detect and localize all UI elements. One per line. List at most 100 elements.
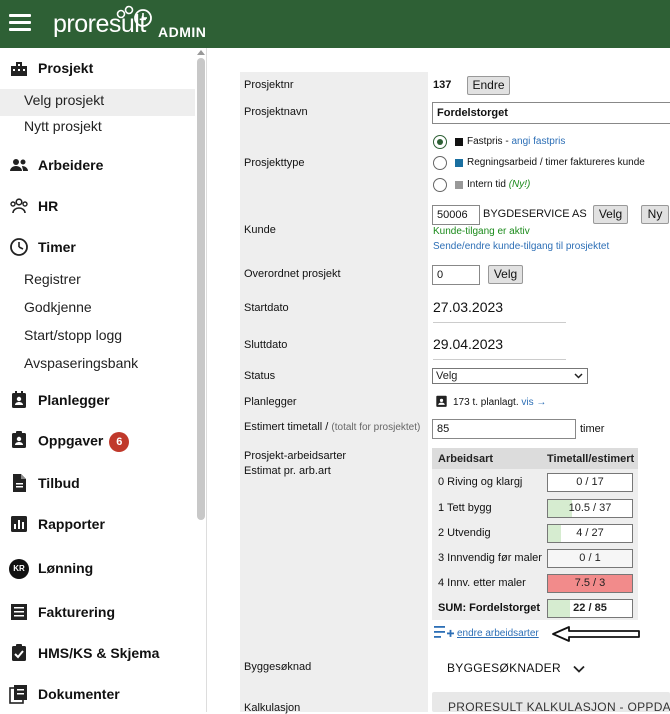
kunde-name: BYGDESERVICE AS <box>483 208 587 220</box>
sidebar-scrollbar[interactable] <box>197 58 205 520</box>
table-row-name: 1 Tett bygg <box>438 502 492 514</box>
logo-clock-icon <box>116 5 152 27</box>
menu-icon[interactable] <box>9 14 31 32</box>
overordnet-input[interactable]: 0 <box>432 265 480 285</box>
sidebar-item-registrer[interactable]: Registrer <box>0 271 195 291</box>
kr-icon: KR <box>9 559 29 579</box>
table-row-name: 0 Riving og klargj <box>438 476 523 488</box>
building-icon <box>11 62 27 76</box>
sluttdato-underline <box>433 359 566 360</box>
sluttdato-input[interactable]: 29.04.2023 <box>433 336 503 352</box>
vis-link[interactable]: vis → <box>521 397 546 408</box>
field-label-overordnet: Overordnet prosjekt <box>244 268 341 280</box>
kunde-number-input[interactable]: 50006 <box>432 205 480 225</box>
angi-fastpris-link[interactable]: angi fastpris <box>511 136 565 147</box>
sidebar-item-label: HMS/KS & Skjema <box>38 645 160 661</box>
chart-icon <box>11 516 27 532</box>
kunde-access-link[interactable]: Sende/endre kunde-tilgang til prosjektet <box>433 241 609 252</box>
field-label-kalkulasjon: Kalkulasjon <box>244 702 301 714</box>
arbeidsarter-table-header: Arbeidsart Timetall/estimert <box>432 448 638 469</box>
contact-card-icon <box>12 391 26 408</box>
sidebar-item-label: Fakturering <box>38 604 116 620</box>
sidebar-item-hr[interactable]: HR <box>0 196 195 216</box>
kalkulasjon-button[interactable]: PRORESULT KALKULASJON - OPPDA <box>432 692 670 712</box>
column-header-arbeidsart: Arbeidsart <box>438 453 494 465</box>
prosjektnavn-input[interactable]: Fordelstorget <box>432 102 670 124</box>
notification-badge: 6 <box>109 432 130 452</box>
sidebar-item-dokumenter[interactable]: Dokumenter <box>0 684 195 704</box>
sidebar-item-godkjenne[interactable]: Godkjenne <box>0 299 195 319</box>
fastpris-color-square <box>455 138 463 146</box>
status-select[interactable]: Velg <box>432 368 588 384</box>
estimert-input[interactable]: 85 <box>432 419 576 439</box>
sidebar-item-rapporter[interactable]: Rapporter <box>0 514 195 534</box>
sidebar-item-label: Velg prosjekt <box>24 92 105 108</box>
column-header-timetall: Timetall/estimert <box>547 453 635 465</box>
documents-icon <box>9 685 27 704</box>
table-row-value: 10.5 / 37 <box>547 499 633 518</box>
table-row-name: 3 Innvendig før maler <box>438 552 542 564</box>
intern-tid-color-square <box>455 181 463 189</box>
startdato-input[interactable]: 27.03.2023 <box>433 299 503 315</box>
radio-regningsarbeid[interactable] <box>433 156 447 170</box>
field-label-byggesoknad: Byggesøknad <box>244 661 312 673</box>
chevron-down-icon <box>572 665 585 673</box>
edit-list-icon <box>434 626 454 638</box>
field-label-status: Status <box>244 370 276 382</box>
kunde-ny-button[interactable]: Ny <box>641 205 669 224</box>
sidebar-item-label: Nytt prosjekt <box>24 118 102 134</box>
field-label-prosjektnavn: Prosjektnavn <box>244 106 308 118</box>
sidebar-item-tilbud[interactable]: Tilbud <box>0 473 195 493</box>
table-sum-value: 22 / 85 <box>547 599 633 618</box>
endre-arbeidsarter-link[interactable]: endre arbeidsarter <box>457 628 539 639</box>
sidebar-item-label: Planlegger <box>38 392 110 408</box>
scroll-up-icon[interactable] <box>197 50 205 55</box>
option-intern-tid[interactable]: Intern tid (Ny!) <box>467 179 530 190</box>
sidebar-item-label: Oppgaver <box>38 432 104 449</box>
sidebar-item-planlegger[interactable]: Planlegger <box>0 390 195 410</box>
sidebar-item-velg-prosjekt[interactable]: Velg prosjekt <box>0 89 195 116</box>
hr-group-icon <box>10 198 28 214</box>
contact-card-icon <box>436 395 447 407</box>
sidebar-item-prosjekt[interactable]: Prosjekt <box>0 58 195 78</box>
prosjektnr-value: 137 <box>433 79 452 91</box>
field-label-estimert: Estimert timetall / (totalt for prosjekt… <box>244 421 421 433</box>
document-icon <box>13 474 26 492</box>
table-sum-name: SUM: Fordelstorget <box>438 602 541 614</box>
sidebar-item-label: Lønning <box>38 560 94 576</box>
regningsarbeid-color-square <box>455 159 463 167</box>
sidebar-item-timer[interactable]: Timer <box>0 237 195 257</box>
sidebar-item-avspaseringsbank[interactable]: Avspaseringsbank <box>0 355 195 375</box>
overordnet-velg-button[interactable]: Velg <box>488 265 523 284</box>
option-regningsarbeid[interactable]: Regningsarbeid / timer faktureres kunde <box>467 157 645 168</box>
sidebar-item-label: Registrer <box>24 271 81 287</box>
kunde-velg-button[interactable]: Velg <box>593 205 628 224</box>
planlegger-value: 173 t. planlagt. vis → <box>453 397 547 408</box>
option-fastpris[interactable]: Fastpris - angi fastpris <box>467 136 565 147</box>
radio-fastpris[interactable] <box>433 135 447 149</box>
endre-button[interactable]: Endre <box>467 76 510 95</box>
sidebar-item-label: Start/stopp logg <box>24 327 123 343</box>
people-icon <box>10 159 28 171</box>
sidebar-item-fakturering[interactable]: Fakturering <box>0 602 195 622</box>
field-label-prosjekttype: Prosjekttype <box>244 157 305 169</box>
sidebar-item-label: Rapporter <box>38 516 105 532</box>
sidebar-item-label: Arbeidere <box>38 157 104 173</box>
sidebar-item-oppgaver[interactable]: Oppgaver 6 <box>0 430 195 452</box>
sidebar-item-start-stopp-logg[interactable]: Start/stopp logg <box>0 327 195 347</box>
sidebar-item-nytt-prosjekt[interactable]: Nytt prosjekt <box>0 118 195 138</box>
sidebar-item-lonning[interactable]: KR Lønning <box>0 559 195 579</box>
table-row-value: 4 / 27 <box>547 524 633 543</box>
field-label-prosjektnr: Prosjektnr <box>244 79 294 91</box>
top-bar: proresult ADMIN <box>0 0 670 48</box>
byggesoknader-dropdown[interactable]: BYGGESØKNADER <box>447 661 585 675</box>
sidebar-item-label: Avspaseringsbank <box>24 355 139 371</box>
sidebar-item-arbeidere[interactable]: Arbeidere <box>0 155 195 175</box>
clock-icon <box>10 238 28 256</box>
sidebar-item-label: Timer <box>38 239 76 255</box>
field-label-planlegger: Planlegger <box>244 396 297 408</box>
sidebar-item-label: Prosjekt <box>38 60 94 76</box>
sidebar-item-hms[interactable]: HMS/KS & Skjema <box>0 643 195 663</box>
arrow-annotation-icon <box>552 626 640 642</box>
radio-intern-tid[interactable] <box>433 178 447 192</box>
